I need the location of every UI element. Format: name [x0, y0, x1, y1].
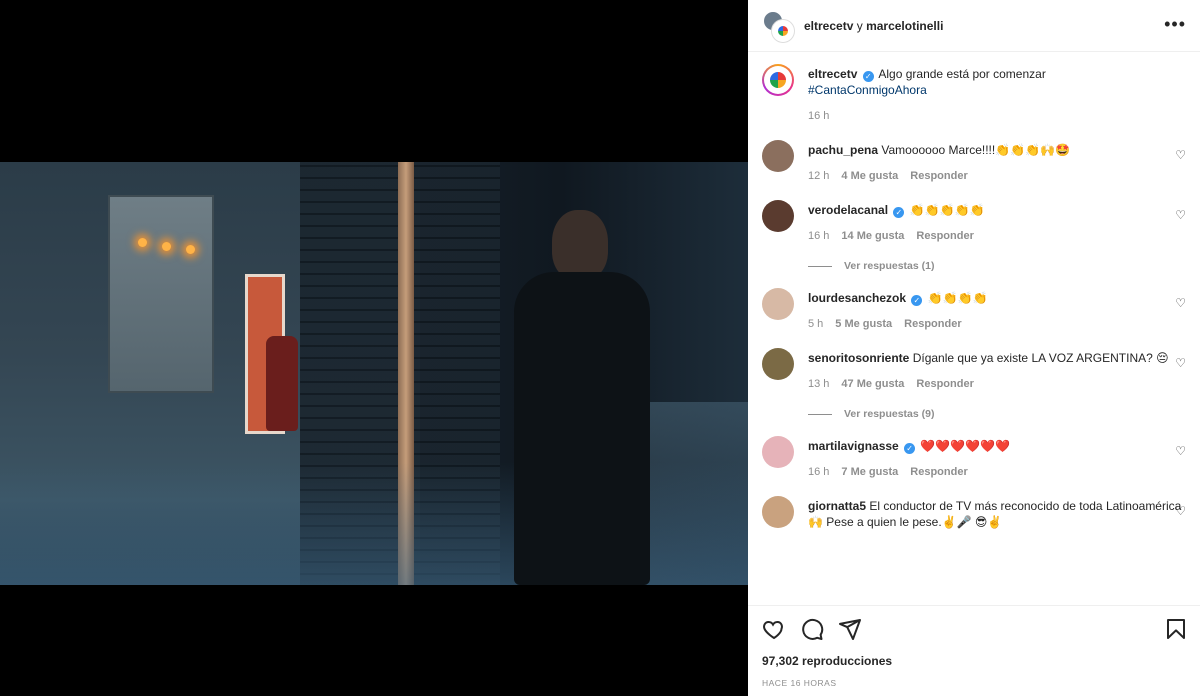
- comment-item: senoritosonriente Díganle que ya existe …: [762, 348, 1186, 392]
- video-scene-lamp: [162, 242, 171, 251]
- caption-username[interactable]: eltrecetv: [808, 67, 857, 81]
- reply-button[interactable]: Responder: [910, 168, 967, 184]
- post-age[interactable]: HACE 16 HORAS: [762, 678, 1186, 688]
- replies-line: [808, 265, 832, 267]
- video-scene-person: [500, 210, 650, 585]
- video-scene-body: [514, 272, 650, 585]
- comment-likes[interactable]: 4 Me gusta: [841, 168, 898, 184]
- caption-hashtag[interactable]: #CantaConmigoAhora: [808, 82, 1186, 98]
- eltrece-logo-icon: [778, 25, 788, 36]
- avatar[interactable]: [762, 436, 794, 468]
- comment-text: 👏👏👏👏👏: [909, 203, 985, 217]
- comment-likes[interactable]: 5 Me gusta: [835, 316, 892, 332]
- comment-time[interactable]: 12 h: [808, 168, 829, 184]
- reply-button[interactable]: Responder: [916, 228, 973, 244]
- comment-icon[interactable]: [800, 617, 824, 641]
- comment-username[interactable]: lourdesanchezok: [808, 291, 906, 305]
- comments-list[interactable]: eltrecetv ✓ Algo grande está por comenza…: [748, 52, 1200, 605]
- comment-time[interactable]: 13 h: [808, 376, 829, 392]
- reply-button[interactable]: Responder: [904, 316, 961, 332]
- comment-item: verodelacanal ✓ 👏👏👏👏👏 16 h 14 Me gusta R…: [762, 200, 1186, 244]
- comment-heart-icon[interactable]: ♡: [1175, 504, 1186, 518]
- video-area[interactable]: [0, 0, 748, 696]
- heart-icon[interactable]: [762, 617, 786, 641]
- avatar[interactable]: [762, 140, 794, 172]
- comment-text: ❤️❤️❤️❤️❤️❤️: [920, 439, 1011, 453]
- comment-heart-icon[interactable]: ♡: [1175, 356, 1186, 370]
- caption-time[interactable]: 16 h: [808, 108, 829, 124]
- replies-line: [808, 413, 832, 415]
- comment-item: lourdesanchezok ✓ 👏👏👏👏 5 h 5 Me gusta Re…: [762, 288, 1186, 332]
- comment-time[interactable]: 16 h: [808, 464, 829, 480]
- video-scene-lamp: [138, 238, 147, 247]
- video-scene-extinguisher: [266, 336, 298, 431]
- comment-text: 👏👏👏👏: [927, 291, 988, 305]
- comment-heart-icon[interactable]: ♡: [1175, 148, 1186, 162]
- post-header: eltrecetv y marcelotinelli •••: [748, 0, 1200, 52]
- post-sidebar: eltrecetv y marcelotinelli ••• eltrecetv…: [748, 0, 1200, 696]
- header-usernames: eltrecetv y marcelotinelli: [804, 19, 943, 33]
- caption-text: Algo grande está por comenzar: [878, 67, 1046, 81]
- share-icon[interactable]: [838, 617, 862, 641]
- comment-heart-icon[interactable]: ♡: [1175, 296, 1186, 310]
- comment-text: Vamoooooo Marce!!!!👏👏👏🙌🤩: [881, 143, 1070, 157]
- comment-likes[interactable]: 7 Me gusta: [841, 464, 898, 480]
- comment-username[interactable]: martilavignasse: [808, 439, 899, 453]
- comment-item: pachu_pena Vamoooooo Marce!!!!👏👏👏🙌🤩 12 h…: [762, 140, 1186, 184]
- avatar[interactable]: [762, 200, 794, 232]
- verified-icon: ✓: [904, 443, 916, 454]
- avatar[interactable]: [762, 496, 794, 528]
- comment-time[interactable]: 5 h: [808, 316, 823, 332]
- reply-button[interactable]: Responder: [916, 376, 973, 392]
- video-frame[interactable]: [0, 162, 748, 585]
- header-connector: y: [856, 18, 863, 33]
- comment-heart-icon[interactable]: ♡: [1175, 444, 1186, 458]
- video-scene-head: [552, 210, 608, 280]
- avatar[interactable]: [762, 288, 794, 320]
- bookmark-icon[interactable]: [1164, 617, 1188, 641]
- comment-username[interactable]: senoritosonriente: [808, 351, 909, 365]
- comment-username[interactable]: pachu_pena: [808, 143, 878, 157]
- comment-item: martilavignasse ✓ ❤️❤️❤️❤️❤️❤️ 16 h 7 Me…: [762, 436, 1186, 480]
- post-caption: eltrecetv ✓ Algo grande está por comenza…: [762, 52, 1186, 124]
- comment-username[interactable]: verodelacanal: [808, 203, 888, 217]
- avatar[interactable]: [772, 19, 794, 42]
- video-scene-panel: [108, 195, 214, 393]
- post-footer: 97,302 reproducciones HACE 16 HORAS: [748, 605, 1200, 696]
- comment-item: giornatta5 El conductor de TV más recono…: [762, 496, 1186, 530]
- comment-time[interactable]: 16 h: [808, 228, 829, 244]
- header-user2[interactable]: marcelotinelli: [866, 19, 943, 33]
- comment-heart-icon[interactable]: ♡: [1175, 208, 1186, 222]
- comment-text: Díganle que ya existe LA VOZ ARGENTINA? …: [912, 351, 1169, 365]
- view-replies-label[interactable]: Ver respuestas (9): [844, 408, 934, 420]
- eltrece-logo-icon: [770, 72, 786, 88]
- verified-icon: ✓: [893, 207, 905, 218]
- reply-button[interactable]: Responder: [910, 464, 967, 480]
- avatar[interactable]: [762, 348, 794, 380]
- more-options-icon[interactable]: •••: [1164, 14, 1186, 35]
- view-replies-button[interactable]: Ver respuestas (1): [808, 260, 1186, 272]
- avatar[interactable]: [762, 64, 794, 96]
- view-replies-button[interactable]: Ver respuestas (9): [808, 408, 1186, 420]
- view-replies-label[interactable]: Ver respuestas (1): [844, 260, 934, 272]
- header-user1[interactable]: eltrecetv: [804, 19, 853, 33]
- video-scene-lamp: [186, 245, 195, 254]
- comment-likes[interactable]: 47 Me gusta: [841, 376, 904, 392]
- action-bar: [762, 606, 1186, 652]
- comment-username[interactable]: giornatta5: [808, 499, 866, 513]
- verified-icon: ✓: [862, 71, 874, 82]
- view-count[interactable]: 97,302 reproducciones: [762, 654, 1186, 668]
- header-avatars[interactable]: [762, 9, 794, 42]
- comment-likes[interactable]: 14 Me gusta: [841, 228, 904, 244]
- verified-icon: ✓: [911, 295, 923, 306]
